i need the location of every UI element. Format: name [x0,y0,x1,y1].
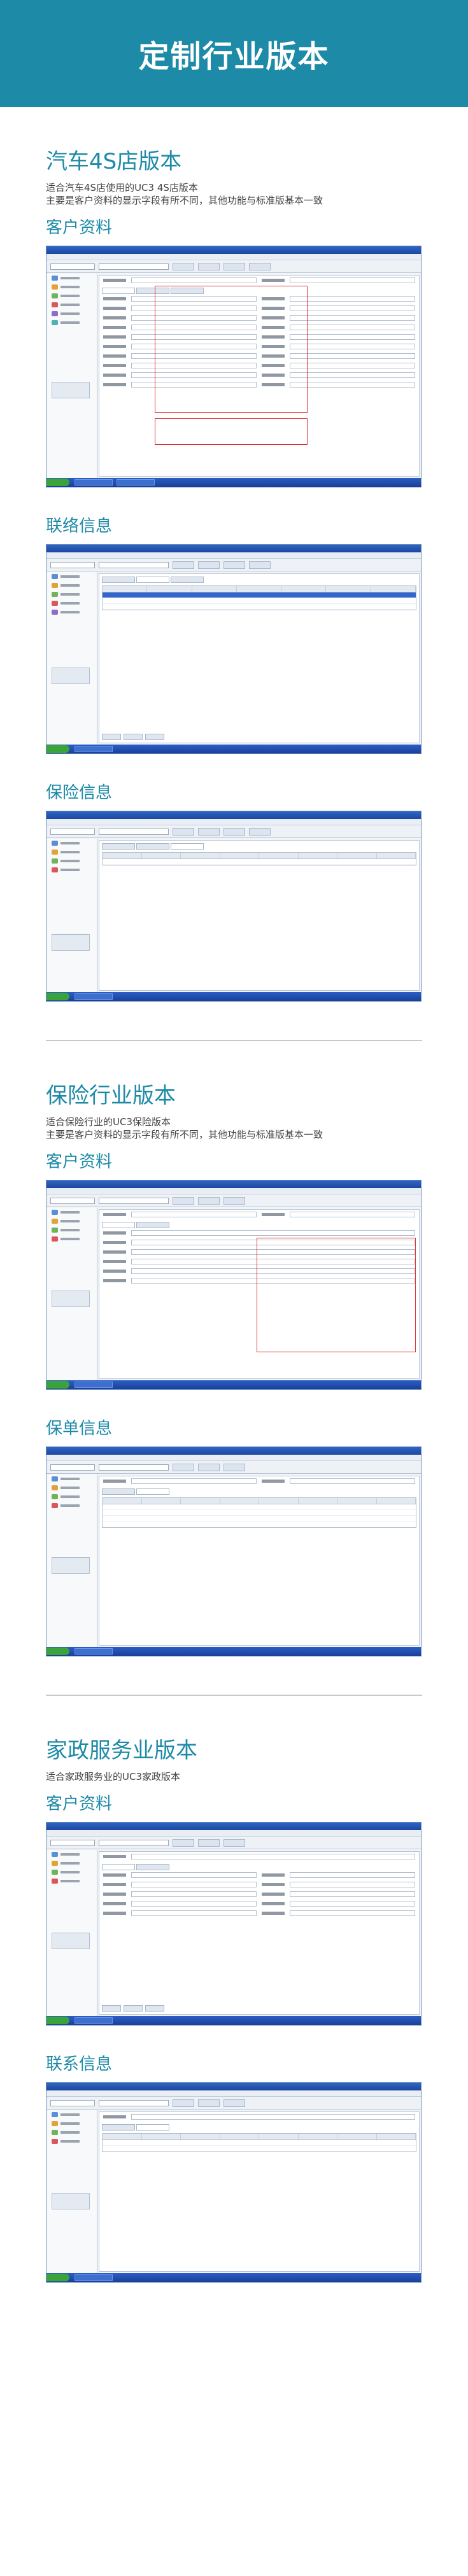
section-divider [46,1695,422,1696]
window-menubar [46,254,421,260]
highlight-box [155,418,308,445]
home-customer-screenshot [46,1822,422,2026]
window-toolbar [46,260,421,273]
auto-title: 汽车4S店版本 [46,149,182,174]
window-titlebar [46,246,421,254]
home-sub-customer: 客户资料 [46,1795,113,1814]
auto-sub-insurance: 保险信息 [46,783,113,802]
insurance-desc-2: 主要是客户资料的显示字段有所不同，其他功能与标准版基本一致 [46,1129,323,1140]
window-taskbar [46,478,421,487]
insurance-sub-customer: 客户资料 [46,1152,113,1172]
insurance-desc-1: 适合保险行业的UC3保险版本 [46,1116,171,1128]
insurance-policy-screenshot [46,1446,422,1656]
home-sub-contact: 联系信息 [46,2055,113,2074]
highlight-box [257,1238,416,1352]
auto-desc-2: 主要是客户资料的显示字段有所不同，其他功能与标准版基本一致 [46,195,323,206]
section-divider [46,1040,422,1041]
auto-customer-screenshot [46,246,422,487]
home-desc-1: 适合家政服务业的UC3家政版本 [46,1771,180,1782]
auto-insurance-screenshot [46,811,422,1002]
section-home: 家政服务业版本 适合家政服务业的UC3家政版本 客户资料 联系信息 [0,1733,468,2283]
insurance-customer-screenshot [46,1180,422,1390]
banner: 定制行业版本 [0,0,468,107]
section-auto: 汽车4S店版本 适合汽车4S店使用的UC3 4S店版本 主要是客户资料的显示字段… [0,144,468,1002]
home-contact-screenshot [46,2082,422,2283]
auto-desc-1: 适合汽车4S店使用的UC3 4S店版本 [46,182,198,193]
highlight-box [155,286,308,413]
section-insurance: 保险行业版本 适合保险行业的UC3保险版本 主要是客户资料的显示字段有所不同，其… [0,1078,468,1656]
auto-sub-contact: 联络信息 [46,517,113,536]
window-left-nav [46,274,97,478]
home-title: 家政服务业版本 [46,1738,197,1763]
insurance-sub-policy: 保单信息 [46,1419,113,1438]
banner-title: 定制行业版本 [138,39,330,74]
auto-contact-screenshot [46,544,422,754]
insurance-title: 保险行业版本 [46,1083,176,1109]
auto-sub-customer: 客户资料 [46,218,113,237]
